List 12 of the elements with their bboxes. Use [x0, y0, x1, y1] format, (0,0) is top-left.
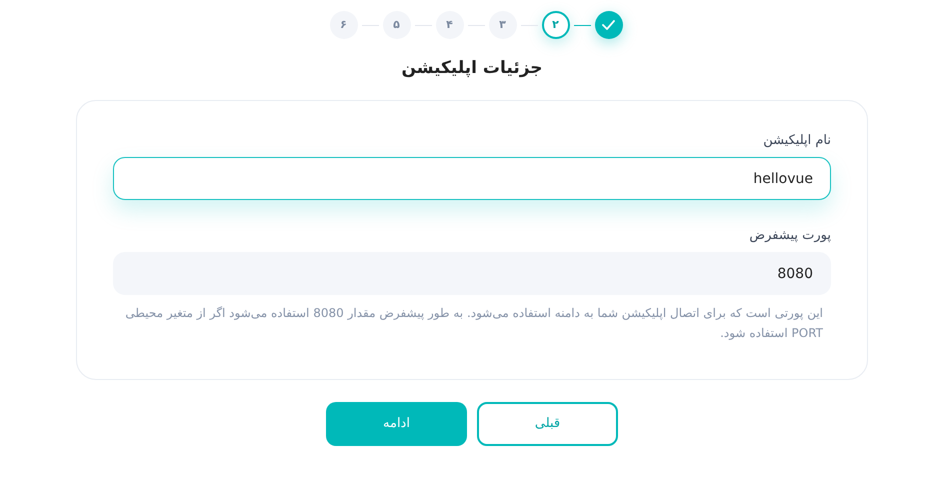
field-label: نام اپلیکیشن	[762, 132, 831, 149]
field-label: پورت پیشفرض	[748, 227, 831, 244]
input-field[interactable]: 8080	[113, 252, 831, 295]
step-indicator: ۵	[382, 11, 410, 39]
check-icon	[602, 20, 615, 30]
page-title: جزئیات اپلیکیشن	[401, 57, 543, 80]
help-text: این پورتی است که برای اتصال اپلیکیشن شما به دامنه استفاده می‌شود. به طور پیشفرض مقدار 8080 استفاده می‌شود اگر از متغیر محیطی PORT استفاده شود.	[124, 305, 824, 342]
step-indicator: ۶	[330, 11, 358, 39]
input-field[interactable]: hellovue	[113, 157, 831, 200]
step-indicator: ۲	[542, 11, 570, 39]
step-indicator: ۳	[488, 11, 516, 39]
step-indicator: ۴	[436, 11, 464, 39]
